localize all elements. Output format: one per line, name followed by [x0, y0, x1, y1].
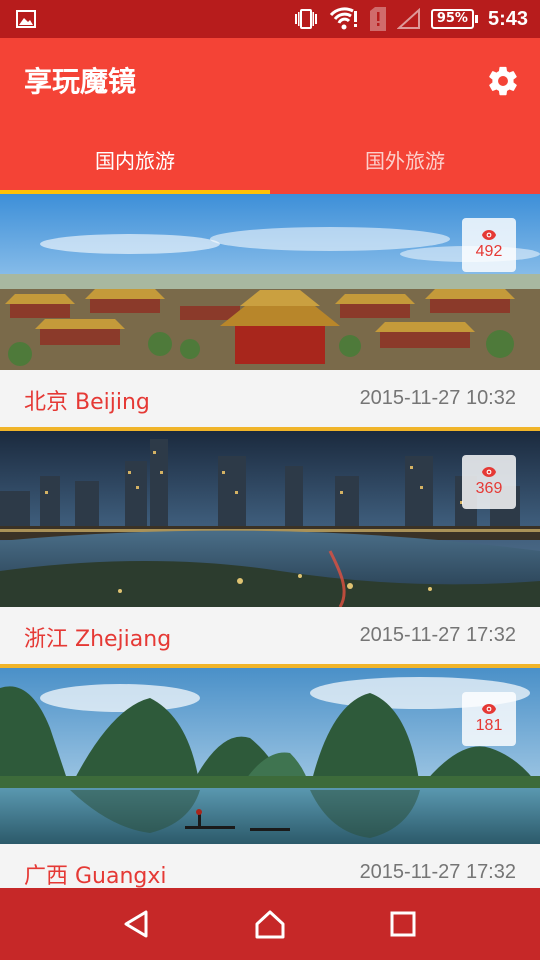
- destination-list[interactable]: 492 北京 Beijing 2015-11-27 10:32 369 浙江 Z…: [0, 194, 540, 888]
- destination-name: 广西 Guangxi: [24, 864, 167, 888]
- destination-card[interactable]: 181 广西 Guangxi 2015-11-27 17:32: [0, 668, 540, 888]
- battery-icon: 95%: [430, 9, 478, 29]
- eye-icon: [482, 230, 496, 240]
- destination-name: 北京 Beijing: [24, 390, 150, 415]
- destination-info: 广西 Guangxi 2015-11-27 17:32: [0, 844, 540, 888]
- back-button[interactable]: [117, 904, 157, 944]
- view-count: 492: [475, 243, 503, 260]
- destination-card[interactable]: 492 北京 Beijing 2015-11-27 10:32: [0, 194, 540, 431]
- system-nav-bar: [0, 888, 540, 960]
- recents-icon: [390, 911, 416, 937]
- destination-name: 浙江 Zhejiang: [24, 627, 172, 652]
- status-bar: 95% 5:43: [0, 0, 540, 38]
- gear-icon[interactable]: [486, 64, 520, 98]
- view-count: 181: [475, 717, 503, 734]
- destination-info: 浙江 Zhejiang 2015-11-27 17:32: [0, 607, 540, 664]
- destination-date: 2015-11-27 17:32: [359, 861, 516, 883]
- app-bar: 享玩魔镜 国内旅游 国外旅游: [0, 38, 540, 194]
- image-icon: [16, 10, 36, 28]
- tab-bar: 国内旅游 国外旅游: [0, 124, 540, 194]
- tab-overseas-travel[interactable]: 国外旅游: [270, 124, 540, 194]
- eye-icon: [482, 467, 496, 477]
- eye-icon: [482, 704, 496, 714]
- battery-level: 95%: [430, 9, 474, 29]
- view-count-badge: 181: [462, 692, 516, 746]
- wifi-alert-icon: [329, 7, 357, 30]
- back-icon: [124, 910, 148, 938]
- clock: 5:43: [487, 7, 528, 30]
- destination-photo: [0, 431, 540, 607]
- app-title: 享玩魔镜: [24, 65, 137, 98]
- destination-photo: [0, 668, 540, 844]
- signal-icon: [396, 8, 420, 29]
- destination-info: 北京 Beijing 2015-11-27 10:32: [0, 370, 540, 427]
- destination-date: 2015-11-27 10:32: [359, 387, 516, 409]
- home-icon: [255, 910, 285, 939]
- sim-alert-icon: [369, 7, 386, 31]
- view-count-badge: 492: [462, 218, 516, 272]
- vibrate-icon: [294, 9, 317, 29]
- destination-date: 2015-11-27 17:32: [359, 624, 516, 646]
- destination-photo: [0, 194, 540, 370]
- view-count: 369: [475, 480, 503, 497]
- destination-card[interactable]: 369 浙江 Zhejiang 2015-11-27 17:32: [0, 431, 540, 668]
- tab-domestic-travel[interactable]: 国内旅游: [0, 124, 270, 194]
- recents-button[interactable]: [383, 904, 423, 944]
- view-count-badge: 369: [462, 455, 516, 509]
- home-button[interactable]: [250, 904, 290, 944]
